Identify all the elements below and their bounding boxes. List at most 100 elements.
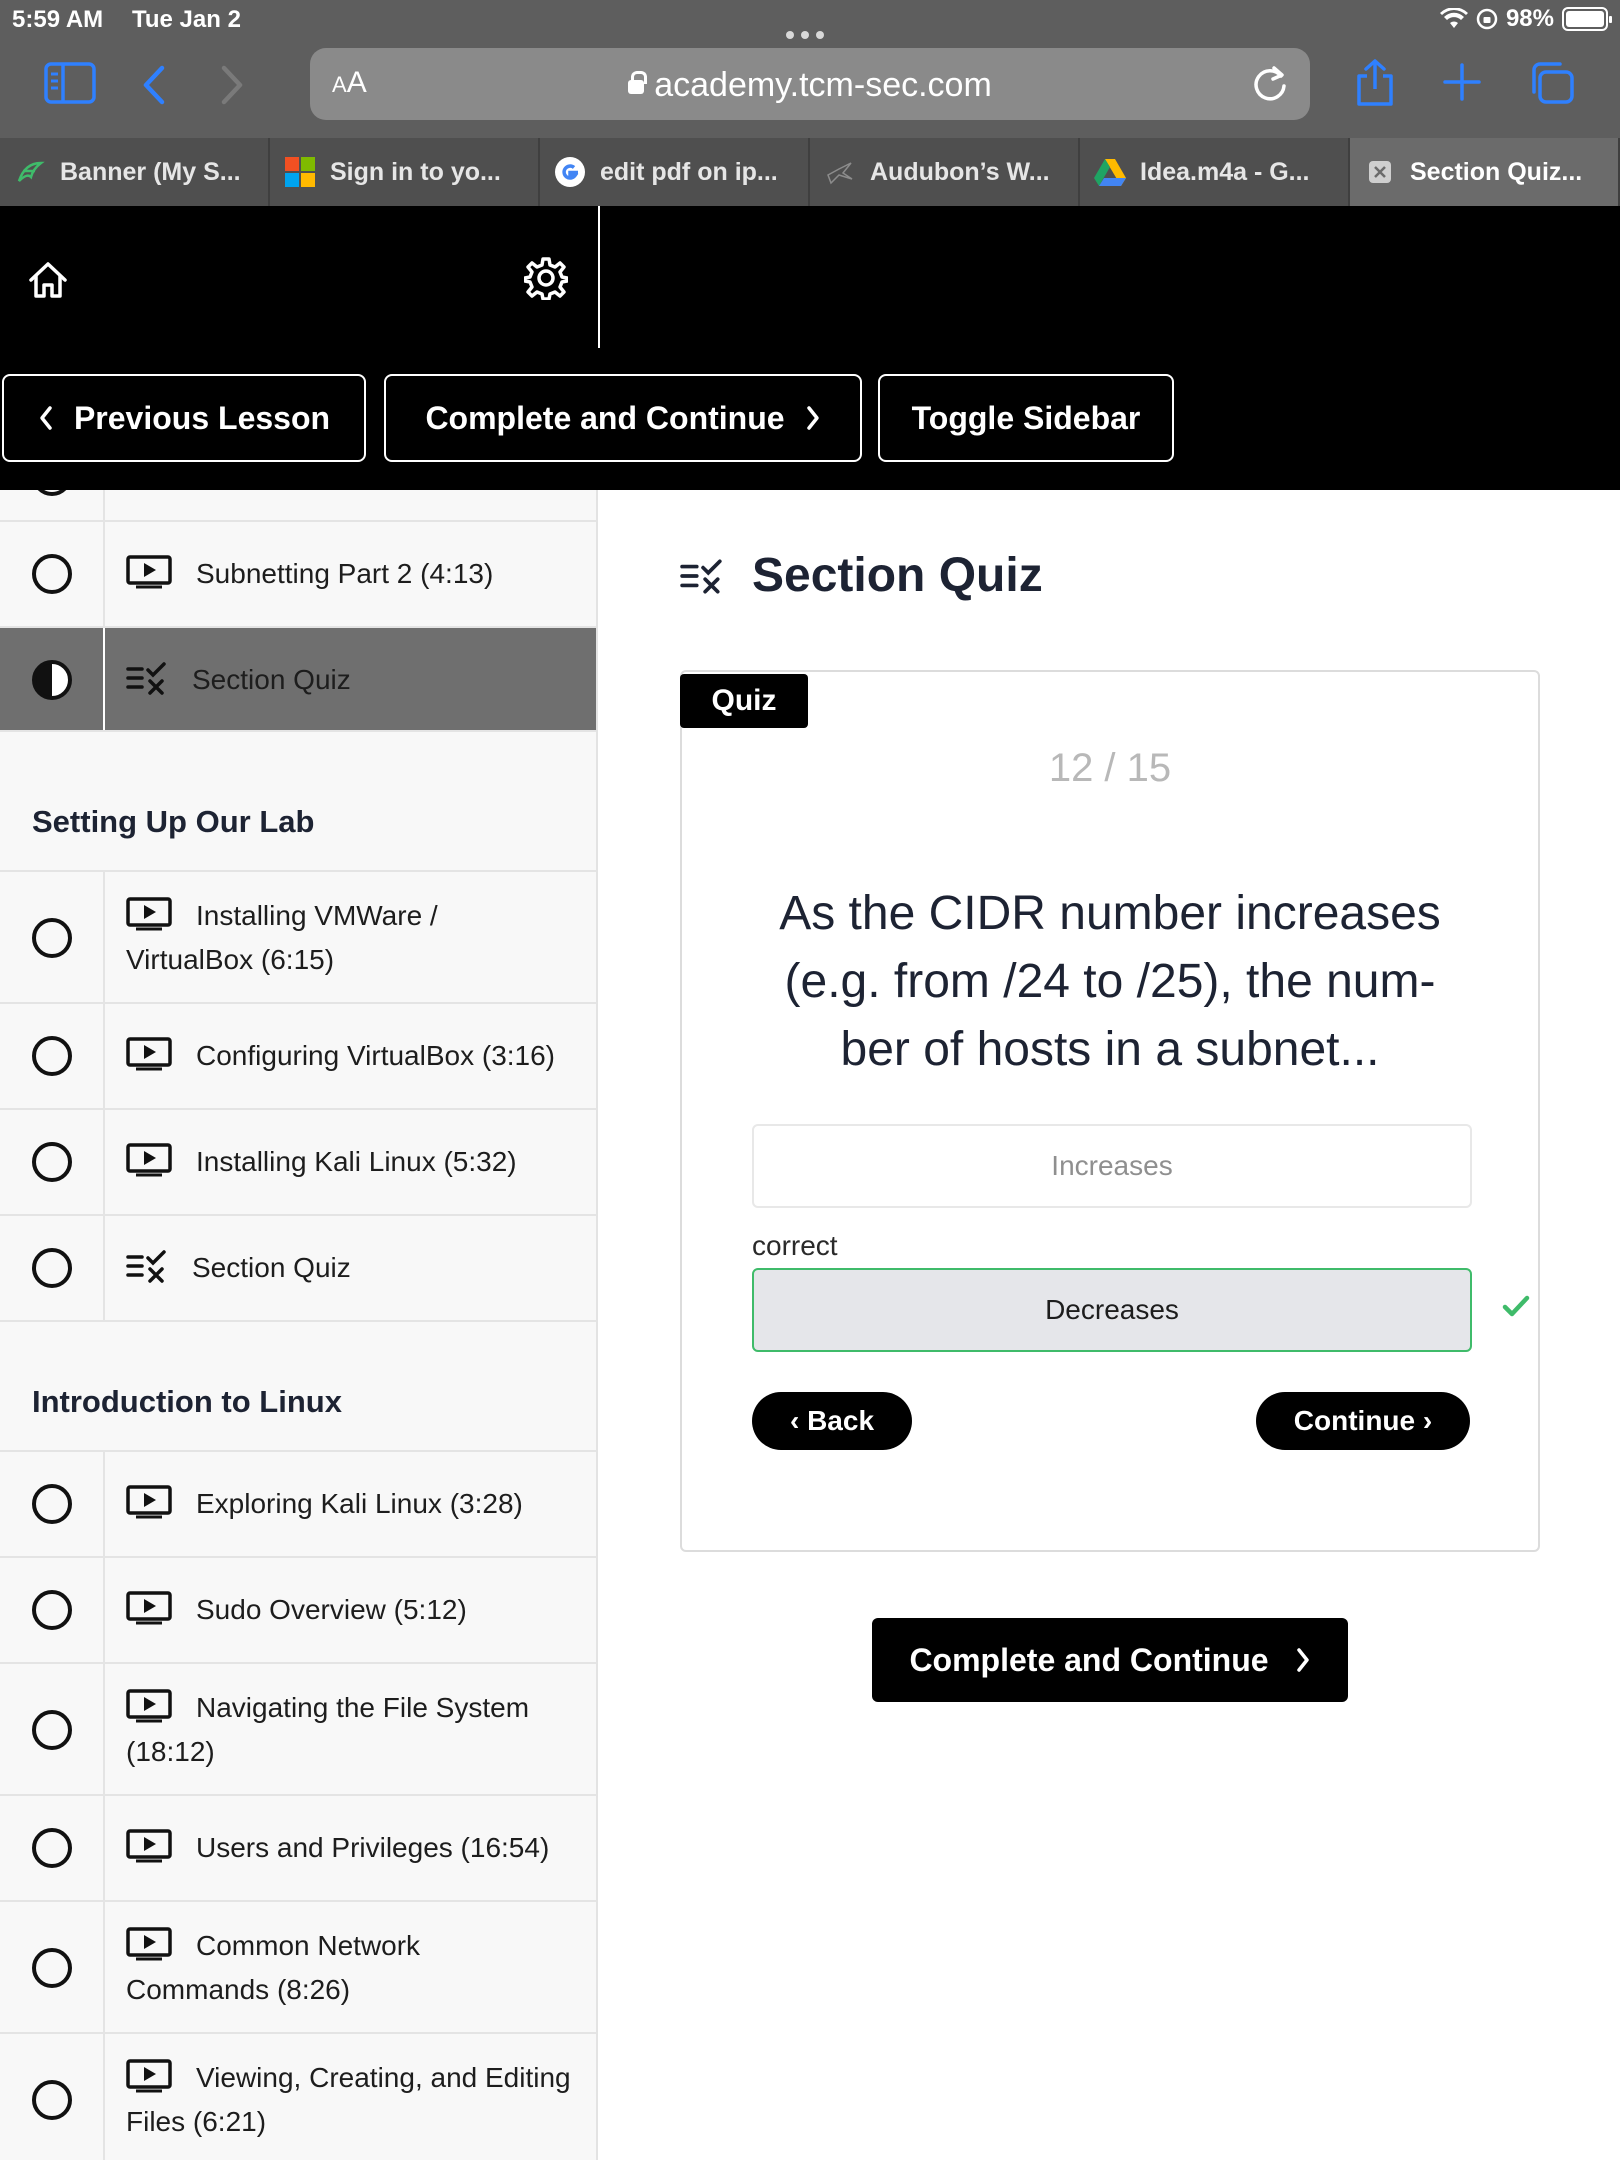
video-icon <box>126 2058 172 2093</box>
section-title-setting-up-lab: Setting Up Our Lab <box>32 804 315 839</box>
lock-icon <box>628 71 648 94</box>
back-icon[interactable] <box>140 64 168 106</box>
lesson-item-configuring-virtualbox[interactable]: Configuring VirtualBox (3:16) <box>0 1004 596 1110</box>
lesson-item-navigating-file-system[interactable]: Navigating the File System (18:12) <box>0 1664 596 1796</box>
quiz-icon <box>126 1249 166 1283</box>
gear-icon[interactable] <box>524 256 568 300</box>
lesson-item-sudo-overview[interactable]: Sudo Overview (5:12) <box>0 1558 596 1664</box>
video-icon <box>126 1590 172 1625</box>
quiz-back-button[interactable]: ‹ Back <box>752 1392 912 1450</box>
answer-option-increases[interactable]: Increases <box>752 1124 1472 1208</box>
battery-icon <box>1562 7 1612 31</box>
check-icon <box>1502 1295 1530 1317</box>
incomplete-status-icon <box>32 2080 72 2120</box>
section-title-intro-linux: Introduction to Linux <box>32 1384 342 1419</box>
video-icon <box>126 1142 172 1177</box>
incomplete-status-icon <box>32 1484 72 1524</box>
status-date: Tue Jan 2 <box>132 6 241 33</box>
tab-bar: Banner (My S... Sign in to yo... edit pd… <box>0 138 1620 206</box>
url-display[interactable]: academy.tcm-sec.com <box>310 66 1310 105</box>
quiz-badge: Quiz <box>680 674 808 728</box>
lesson-item-section-quiz-active[interactable]: Section Quiz <box>0 628 596 732</box>
in-progress-status-icon <box>32 660 72 700</box>
lesson-label: Section Quiz <box>192 664 351 695</box>
share-icon[interactable] <box>1354 58 1396 108</box>
video-icon <box>126 896 172 931</box>
complete-continue-header-button[interactable]: Complete and Continue <box>384 374 862 462</box>
lesson-item-subnetting-part-2[interactable]: Subnetting Part 2 (4:13) <box>0 522 596 628</box>
tab-google-search[interactable]: edit pdf on ip... <box>540 138 810 206</box>
google-favicon-icon <box>554 156 586 188</box>
quiz-card: Quiz 12 / 15 As the CIDR number increase… <box>680 670 1540 1552</box>
lesson-item-exploring-kali[interactable]: Exploring Kali Linux (3:28) <box>0 1452 596 1558</box>
multitasking-dots-icon[interactable] <box>786 18 834 39</box>
incomplete-status-icon <box>32 1828 72 1868</box>
tab-section-quiz[interactable]: Section Quiz... <box>1350 138 1620 206</box>
page-title-text: Section Quiz <box>752 549 1043 602</box>
app-root: 5:59 AM Tue Jan 2 98% AA academy.tcm-sec… <box>0 0 1620 2160</box>
tab-microsoft-signin[interactable]: Sign in to yo... <box>270 138 540 206</box>
status-right: 98% <box>1439 5 1612 33</box>
audubon-favicon-icon <box>824 156 856 188</box>
incomplete-status-icon <box>32 1036 72 1076</box>
reload-icon[interactable] <box>1250 62 1290 104</box>
lesson-item-users-privileges[interactable]: Users and Privileges (16:54) <box>0 1796 596 1902</box>
lesson-item-section-quiz-lab[interactable]: Section Quiz <box>0 1216 596 1322</box>
incomplete-status-icon <box>32 1948 72 1988</box>
tab-overview-icon[interactable] <box>1528 60 1576 106</box>
banner-favicon-icon <box>14 156 46 188</box>
new-tab-icon[interactable] <box>1442 62 1482 102</box>
header-divider <box>598 206 600 348</box>
video-icon <box>126 1828 172 1863</box>
google-drive-favicon-icon <box>1094 156 1126 188</box>
status-time: 5:59 AM <box>12 6 104 33</box>
close-tab-icon[interactable] <box>1364 156 1396 188</box>
answer-option-decreases[interactable]: Decreases <box>752 1268 1472 1352</box>
video-icon <box>126 1036 172 1071</box>
quiz-icon <box>126 661 166 695</box>
address-bar[interactable]: AA academy.tcm-sec.com <box>310 48 1310 120</box>
video-icon <box>126 554 172 589</box>
incomplete-status-icon <box>32 1590 72 1630</box>
incomplete-status-icon <box>32 1248 72 1288</box>
course-header: Previous Lesson Complete and Continue To… <box>0 206 1620 490</box>
battery-percent: 98% <box>1505 5 1554 32</box>
incomplete-status-icon <box>32 1142 72 1182</box>
lesson-item-viewing-creating-editing[interactable]: Viewing, Creating, and Editing Files (6:2… <box>0 2034 596 2160</box>
video-icon <box>126 1926 172 1961</box>
previous-lesson-button[interactable]: Previous Lesson <box>2 374 366 462</box>
sidebar-toggle-icon[interactable] <box>44 62 96 104</box>
tab-audubon[interactable]: Audubon’s W... <box>810 138 1080 206</box>
tab-google-drive[interactable]: Idea.m4a - G... <box>1080 138 1350 206</box>
toggle-sidebar-button[interactable]: Toggle Sidebar <box>878 374 1174 462</box>
page-title: Section Quiz <box>680 548 1043 603</box>
incomplete-status-icon <box>32 554 72 594</box>
home-icon[interactable] <box>26 258 70 302</box>
quiz-continue-button[interactable]: Continue › <box>1256 1392 1470 1450</box>
chevron-left-icon <box>40 406 52 430</box>
lesson-item-installing-kali[interactable]: Installing Kali Linux (5:32) <box>0 1110 596 1216</box>
incomplete-status-icon <box>32 1710 72 1750</box>
lesson-item-hidden[interactable] <box>0 490 596 522</box>
incomplete-status-icon <box>32 918 72 958</box>
video-icon <box>126 1688 172 1723</box>
correct-label: correct <box>752 1230 838 1261</box>
lesson-item-common-network-commands[interactable]: Common Network Commands (8:26) <box>0 1902 596 2034</box>
course-sidebar[interactable]: Subnetting Part 2 (4:13) Section Quiz Se… <box>0 490 598 2160</box>
browser-toolbar: AA academy.tcm-sec.com <box>0 40 1620 138</box>
url-text: academy.tcm-sec.com <box>654 66 992 104</box>
video-icon <box>126 1484 172 1519</box>
orientation-lock-icon <box>1476 8 1498 30</box>
wifi-icon <box>1439 8 1468 28</box>
microsoft-favicon-icon <box>284 156 316 188</box>
lesson-item-installing-vmware[interactable]: Installing VMWare / VirtualBox (6:15) <box>0 872 596 1004</box>
complete-continue-button[interactable]: Complete and Continue <box>872 1618 1348 1702</box>
incomplete-status-icon <box>32 490 72 496</box>
chevron-right-icon <box>806 406 819 430</box>
status-bar: 5:59 AM Tue Jan 2 98% <box>0 0 1620 40</box>
tab-banner[interactable]: Banner (My S... <box>0 138 270 206</box>
chevron-right-icon <box>1296 1648 1309 1672</box>
quiz-question: As the CIDR number increases (e.g. from … <box>779 887 1441 1076</box>
lesson-label: Subnetting Part 2 (4:13) <box>196 558 494 589</box>
forward-icon[interactable] <box>218 64 246 106</box>
